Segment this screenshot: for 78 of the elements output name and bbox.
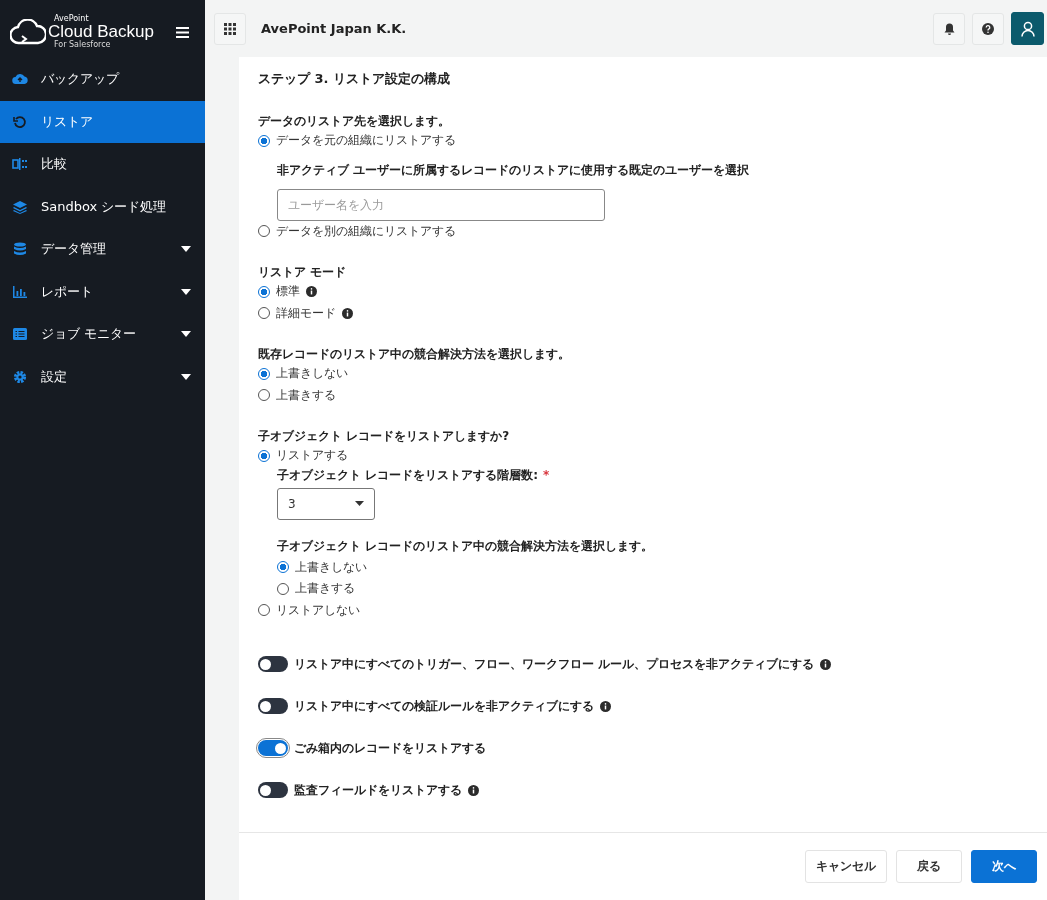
question-label: リストア モード: [258, 264, 348, 281]
radio-label: 詳細モード: [276, 304, 336, 322]
undo-arrow-icon: [12, 114, 28, 129]
info-icon[interactable]: [468, 784, 479, 796]
caret-icon: [355, 501, 364, 506]
cloud-upload-icon: [12, 72, 28, 87]
brand-name: AvePoint: [54, 15, 90, 23]
list-icon: [12, 327, 28, 342]
toggle-label: ごみ箱内のレコードをリストアする: [294, 739, 486, 757]
radio-label: データを別の組織にリストアする: [276, 222, 456, 240]
sidebar-item[interactable]: リストア: [0, 100, 205, 143]
radio-button[interactable]: [277, 582, 289, 595]
bell-icon: [943, 22, 955, 35]
radio-label: リストアする: [276, 447, 348, 465]
layers-icon: [12, 199, 28, 214]
grid-icon: [224, 22, 236, 35]
toggle-label: リストア中にすべての検証ルールを非アクティブにする: [294, 697, 594, 715]
info-icon[interactable]: [342, 307, 353, 319]
radio-button[interactable]: [258, 307, 270, 320]
sidebar-item[interactable]: 比較: [0, 143, 205, 186]
radio-button[interactable]: [258, 367, 270, 380]
cancel-button[interactable]: キャンセル: [805, 850, 887, 883]
radio-label: 上書きする: [276, 386, 336, 404]
info-icon[interactable]: [306, 286, 317, 298]
sidebar-item[interactable]: データ管理: [0, 228, 205, 271]
toggle-switch[interactable]: [258, 740, 288, 756]
radio-button[interactable]: [258, 134, 270, 147]
radio-button[interactable]: [258, 604, 270, 617]
menu-icon[interactable]: [176, 26, 189, 38]
radio-button[interactable]: [277, 561, 289, 574]
field-label: 非アクティブ ユーザーに所属するレコードのリストアに使用する既定のユーザーを選択: [277, 161, 751, 179]
organization-name: AvePoint Japan K.K.: [261, 21, 407, 36]
info-icon[interactable]: [820, 658, 832, 670]
radio-button[interactable]: [258, 449, 270, 462]
sidebar-item[interactable]: バックアップ: [0, 58, 205, 101]
toggle-label: 監査フィールドをリストアする: [294, 781, 462, 799]
toggle-label: リストア中にすべてのトリガー、フロー、ワークフロー ルール、プロセスを非アクティブにする: [294, 655, 815, 673]
radio-label: 上書きする: [295, 580, 355, 598]
radio-button[interactable]: [258, 389, 270, 402]
radio-button[interactable]: [258, 285, 270, 298]
question-label: 子オブジェクト レコードのリストア中の競合解決方法を選択します。: [277, 537, 655, 555]
radio-label: 標準: [276, 283, 300, 301]
levels-dropdown[interactable]: 3: [277, 487, 375, 520]
product-name: Cloud Backup: [48, 23, 154, 40]
required-mark: *: [543, 466, 550, 484]
next-button[interactable]: 次へ: [971, 850, 1037, 883]
radio-button[interactable]: [258, 225, 270, 238]
toggle-switch[interactable]: [258, 656, 288, 672]
question-label: 子オブジェクト レコードをリストアしますか?: [258, 428, 511, 445]
radio-label: データを元の組織にリストアする: [276, 132, 456, 150]
bar-chart-icon: [12, 284, 28, 299]
sidebar-item[interactable]: レポート: [0, 270, 205, 313]
database-icon: [12, 242, 28, 257]
question-label: データのリストア先を選択します。: [258, 113, 451, 130]
info-icon[interactable]: [600, 700, 611, 712]
username-field[interactable]: ユーザー名を入力: [277, 188, 605, 221]
user-icon: [1020, 20, 1035, 37]
settings-icon: [12, 369, 28, 384]
radio-label: リストアしない: [276, 601, 360, 619]
notifications-button[interactable]: [933, 12, 965, 45]
field-label: 子オブジェクト レコードをリストアする階層数:: [277, 466, 538, 484]
app-launcher-button[interactable]: [214, 12, 246, 45]
radio-label: 上書きしない: [276, 365, 348, 383]
compare-icon: [12, 157, 28, 172]
sidebar-item[interactable]: Sandbox シード処理: [0, 185, 205, 228]
step-title: ステップ 3. リストア設定の構成: [258, 70, 452, 88]
radio-label: 上書きしない: [295, 558, 367, 576]
user-profile-button[interactable]: [1011, 12, 1044, 45]
cloud-logo-icon: [10, 19, 46, 45]
question-label: 既存レコードのリストア中の競合解決方法を選択します。: [258, 346, 571, 363]
toggle-switch[interactable]: [258, 782, 288, 798]
sidebar-item[interactable]: ジョブ モニター: [0, 313, 205, 356]
product-edition: For Salesforce: [54, 41, 112, 49]
help-button[interactable]: [972, 12, 1004, 45]
toggle-switch[interactable]: [258, 698, 288, 714]
sidebar-item[interactable]: 設定: [0, 355, 205, 398]
back-button[interactable]: 戻る: [896, 850, 962, 883]
help-icon: [982, 22, 994, 35]
